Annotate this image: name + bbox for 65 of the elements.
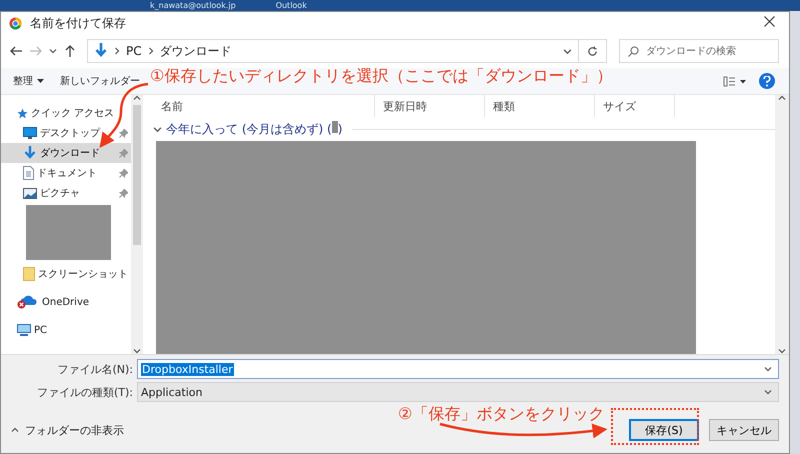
chevron-down-icon[interactable] <box>563 46 572 56</box>
chevron-down-icon[interactable] <box>133 348 141 354</box>
chevron-down-icon <box>764 389 772 395</box>
group-header[interactable]: 今年に入って (今月は含めず) ( ) <box>166 120 342 138</box>
picture-icon <box>23 188 37 198</box>
nav-item[interactable]: ドキュメント <box>1 163 131 183</box>
field-label: ファイルの種類(T): <box>36 384 134 400</box>
nav-item[interactable]: スクリーンショット <box>1 264 131 284</box>
computer-icon <box>17 324 31 336</box>
browser-logo-icon <box>9 16 22 30</box>
nav-item[interactable]: クイック アクセス <box>1 103 131 123</box>
save-button[interactable]: 保存(S) <box>629 419 699 441</box>
scrollbar[interactable] <box>131 95 143 354</box>
breadcrumb[interactable]: PC <box>126 44 142 58</box>
search-icon <box>628 46 639 57</box>
question-mark-icon <box>763 76 771 86</box>
back-arrow-icon[interactable] <box>9 44 23 58</box>
address-bar[interactable]: PC ダウンロード <box>87 39 579 63</box>
dropdown-triangle-icon <box>37 78 44 84</box>
view-options-icon[interactable] <box>723 76 747 86</box>
download-arrow-icon <box>23 146 37 160</box>
up-arrow-icon[interactable] <box>63 44 77 58</box>
field-label: ファイル名(N): <box>56 362 134 376</box>
chevron-right-icon <box>148 47 154 55</box>
folder-icon <box>23 267 35 281</box>
chevron-down-icon <box>764 366 772 372</box>
document-icon <box>23 166 34 180</box>
cloud-error-icon <box>17 295 39 309</box>
column-header[interactable]: 種類 <box>485 95 595 117</box>
cancel-button[interactable]: キャンセル <box>709 419 779 441</box>
scrollbar[interactable] <box>775 95 789 354</box>
file-type-dropdown[interactable]: Application <box>137 382 779 402</box>
nav-item[interactable]: PC <box>1 320 131 340</box>
column-header[interactable]: 名前 <box>153 95 375 117</box>
annotation-text: ①保存したいディレクトリを選択（ここでは「ダウンロード」） <box>150 66 612 86</box>
chevron-up-icon[interactable] <box>778 95 786 101</box>
organize-button[interactable]: 整理 <box>11 72 46 90</box>
close-icon <box>764 16 774 27</box>
annotation-text: ②「保存」ボタンをクリック <box>398 404 604 424</box>
monitor-icon <box>23 127 37 139</box>
search-field[interactable]: ダウンロードの検索 <box>619 39 779 63</box>
column-header[interactable]: サイズ <box>595 95 675 117</box>
nav-item[interactable]: ダウンロード <box>1 143 131 163</box>
chevron-down-icon[interactable] <box>49 47 57 55</box>
download-arrow-icon <box>94 43 108 59</box>
refresh-icon <box>587 46 598 56</box>
file-name-field[interactable]: DropboxInstaller <box>137 359 779 379</box>
background-window-title: k_nawata@outlook.jp <box>150 1 236 10</box>
refresh-button[interactable] <box>579 39 607 63</box>
background-window-title: Outlook <box>276 1 307 10</box>
nav-item[interactable]: ピクチャ <box>1 183 131 203</box>
window-title: 名前を付けて保存 <box>30 14 127 32</box>
star-icon <box>17 108 28 118</box>
nav-item[interactable]: OneDrive <box>1 292 131 312</box>
column-header[interactable]: 更新日時 <box>375 95 485 117</box>
new-folder-button[interactable]: 新しいフォルダー <box>58 72 142 90</box>
chevron-up-icon <box>11 427 19 433</box>
nav-item[interactable]: デスクトップ <box>1 123 131 143</box>
chevron-down-icon[interactable] <box>778 348 786 354</box>
hide-folders-button[interactable]: フォルダーの非表示 <box>11 422 124 438</box>
breadcrumb[interactable]: ダウンロード <box>160 42 232 60</box>
chevron-right-icon <box>114 47 120 55</box>
chevron-up-icon[interactable] <box>133 95 141 101</box>
help-button[interactable] <box>759 73 775 89</box>
chevron-down-icon[interactable] <box>153 124 162 134</box>
